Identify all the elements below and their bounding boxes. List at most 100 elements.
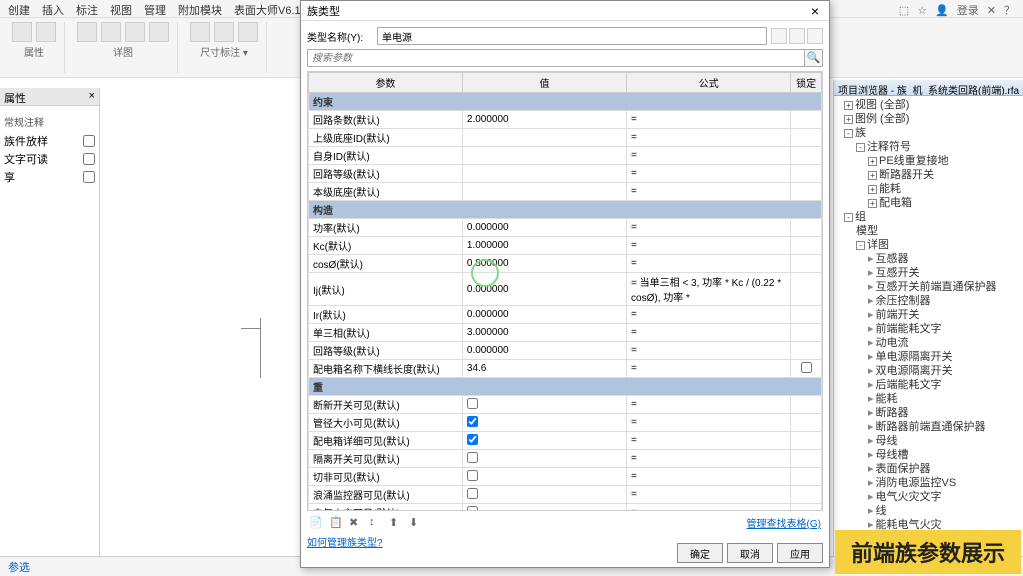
- param-value[interactable]: 0.000000: [462, 306, 626, 324]
- apply-button[interactable]: 应用: [777, 543, 823, 563]
- param-formula[interactable]: =: [627, 237, 791, 255]
- param-name[interactable]: 单三相(默认): [309, 324, 463, 342]
- param-value[interactable]: [462, 147, 626, 165]
- param-name[interactable]: 回路等级(默认): [309, 342, 463, 360]
- param-lock[interactable]: [791, 396, 822, 414]
- param-value[interactable]: 1.000000: [462, 237, 626, 255]
- tree-toggle-icon[interactable]: -: [844, 213, 853, 222]
- param-formula[interactable]: =: [627, 111, 791, 129]
- param-name[interactable]: 本级底座(默认): [309, 183, 463, 201]
- new-type-icon[interactable]: [771, 28, 787, 44]
- group-header[interactable]: 构造: [309, 201, 822, 219]
- param-value[interactable]: 0.000000: [462, 219, 626, 237]
- tree-item[interactable]: ▸前端能耗文字: [836, 322, 1021, 336]
- prop-checkbox[interactable]: [83, 153, 95, 165]
- param-lock[interactable]: [791, 306, 822, 324]
- tree-item[interactable]: +视图 (全部): [836, 98, 1021, 112]
- ribbon-icon[interactable]: [12, 22, 32, 42]
- menu-item[interactable]: 插入: [42, 2, 64, 15]
- param-lock[interactable]: [791, 165, 822, 183]
- param-name[interactable]: 配电箱名称下横线长度(默认): [309, 360, 463, 378]
- param-formula[interactable]: =: [627, 468, 791, 486]
- ribbon-icon[interactable]: [149, 22, 169, 42]
- tree-item[interactable]: ▸单电源隔离开关: [836, 350, 1021, 364]
- param-checkbox[interactable]: [467, 452, 478, 463]
- tree[interactable]: +视图 (全部)+图例 (全部)-族-注释符号+PE线重复接地+断路器开关+能耗…: [834, 96, 1023, 556]
- param-formula[interactable]: =: [627, 360, 791, 378]
- icon[interactable]: ✕: [987, 4, 996, 17]
- param-formula[interactable]: =: [627, 219, 791, 237]
- tree-item[interactable]: ▸母线槽: [836, 448, 1021, 462]
- param-value[interactable]: [462, 504, 626, 512]
- param-formula[interactable]: =: [627, 255, 791, 273]
- header-formula[interactable]: 公式: [627, 73, 791, 93]
- param-value[interactable]: [462, 165, 626, 183]
- tool-icon[interactable]: ↕: [369, 516, 383, 530]
- header-lock[interactable]: 锁定: [791, 73, 822, 93]
- param-lock[interactable]: [791, 468, 822, 486]
- tree-toggle-icon[interactable]: +: [844, 115, 853, 124]
- tree-toggle-icon[interactable]: -: [856, 143, 865, 152]
- param-formula[interactable]: =: [627, 183, 791, 201]
- param-name[interactable]: 自身ID(默认): [309, 147, 463, 165]
- param-formula[interactable]: = 当单三相 < 3, 功率 * Kc / (0.22 * cosØ), 功率 …: [627, 273, 791, 306]
- param-formula[interactable]: =: [627, 432, 791, 450]
- help-link[interactable]: 如何管理族类型?: [307, 538, 383, 549]
- prop-checkbox[interactable]: [83, 171, 95, 183]
- tree-item[interactable]: ▸互感开关: [836, 266, 1021, 280]
- tree-item[interactable]: -族: [836, 126, 1021, 140]
- tree-item[interactable]: ▸前端开关: [836, 308, 1021, 322]
- tree-item[interactable]: ▸互感开关前端直通保护器: [836, 280, 1021, 294]
- param-name[interactable]: cosØ(默认): [309, 255, 463, 273]
- param-formula[interactable]: =: [627, 342, 791, 360]
- param-formula[interactable]: =: [627, 306, 791, 324]
- param-name[interactable]: 隔离开关可见(默认): [309, 450, 463, 468]
- tree-item[interactable]: +PE线重复接地: [836, 154, 1021, 168]
- tool-icon[interactable]: ⬆: [389, 516, 403, 530]
- param-lock[interactable]: [791, 111, 822, 129]
- type-name-input[interactable]: [377, 27, 767, 45]
- param-lock[interactable]: [791, 432, 822, 450]
- prop-checkbox[interactable]: [83, 135, 95, 147]
- tree-item[interactable]: -组: [836, 210, 1021, 224]
- menu-item[interactable]: 附加模块: [178, 2, 222, 15]
- param-name[interactable]: Ij(默认): [309, 273, 463, 306]
- param-lock[interactable]: [791, 129, 822, 147]
- tree-item[interactable]: ▸表面保护器: [836, 462, 1021, 476]
- tree-item[interactable]: ▸消防电源监控VS: [836, 476, 1021, 490]
- tree-toggle-icon[interactable]: -: [856, 241, 865, 250]
- param-formula[interactable]: =: [627, 414, 791, 432]
- param-value[interactable]: 0.800000: [462, 255, 626, 273]
- ribbon-icon[interactable]: [101, 22, 121, 42]
- tree-item[interactable]: +图例 (全部): [836, 112, 1021, 126]
- lookup-tables-link[interactable]: 管理查找表格(G): [747, 515, 821, 530]
- param-lock[interactable]: [791, 450, 822, 468]
- tree-toggle-icon[interactable]: -: [844, 129, 853, 138]
- ribbon-icon[interactable]: [125, 22, 145, 42]
- param-formula[interactable]: =: [627, 450, 791, 468]
- param-lock[interactable]: [791, 273, 822, 306]
- param-formula[interactable]: =: [627, 504, 791, 512]
- param-value[interactable]: [462, 432, 626, 450]
- param-formula[interactable]: =: [627, 165, 791, 183]
- tool-icon[interactable]: ✖: [349, 516, 363, 530]
- param-name[interactable]: 浪涌监控器可见(默认): [309, 486, 463, 504]
- param-value[interactable]: 2.000000: [462, 111, 626, 129]
- param-name[interactable]: Kc(默认): [309, 237, 463, 255]
- login-icon[interactable]: 👤: [935, 4, 949, 17]
- param-name[interactable]: Ir(默认): [309, 306, 463, 324]
- cancel-button[interactable]: 取消: [727, 543, 773, 563]
- param-lock[interactable]: [791, 237, 822, 255]
- param-lock[interactable]: [791, 342, 822, 360]
- tree-toggle-icon[interactable]: +: [868, 157, 877, 166]
- param-lock[interactable]: [791, 324, 822, 342]
- group-header[interactable]: 重: [309, 378, 822, 396]
- param-name[interactable]: 配电箱详细可见(默认): [309, 432, 463, 450]
- tree-item[interactable]: -详图: [836, 238, 1021, 252]
- param-name[interactable]: 上级底座ID(默认): [309, 129, 463, 147]
- lock-checkbox[interactable]: [801, 362, 812, 373]
- param-formula[interactable]: =: [627, 147, 791, 165]
- param-value[interactable]: [462, 414, 626, 432]
- tree-item[interactable]: +配电箱: [836, 196, 1021, 210]
- icon[interactable]: ？: [1004, 2, 1015, 18]
